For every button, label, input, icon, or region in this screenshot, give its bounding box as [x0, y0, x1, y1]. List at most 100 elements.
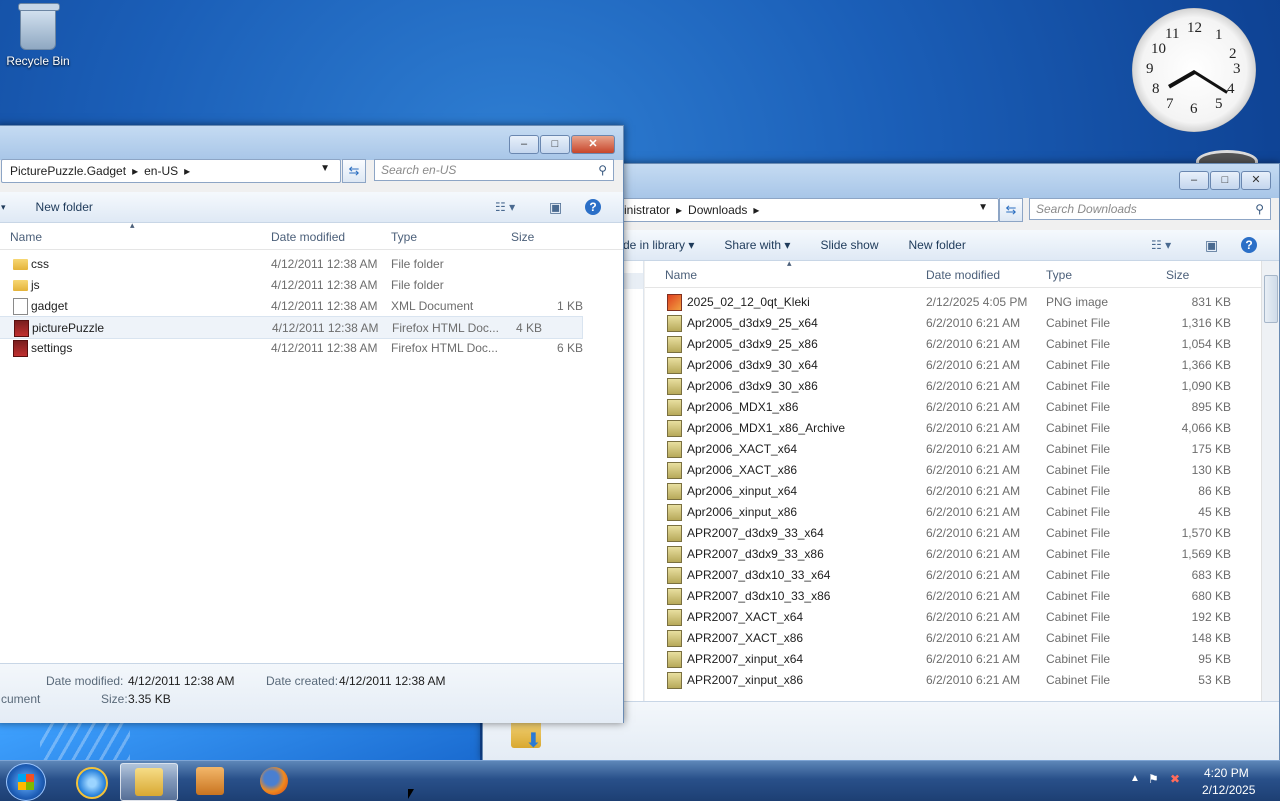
clock-date[interactable]: 2/12/2025: [1202, 783, 1255, 797]
clock-number: 6: [1190, 101, 1198, 117]
file-row[interactable]: APR2007_XACT_x64 6/2/2010 6:21 AM Cabinet …: [645, 606, 1279, 627]
cab-file-icon: [667, 441, 682, 458]
organize-dropdown-icon[interactable]: ▾: [1, 202, 6, 213]
column-header-type[interactable]: Type: [1046, 268, 1072, 282]
file-row[interactable]: APR2007_xinput_x86 6/2/2010 6:21 AM Cabine…: [645, 669, 1279, 690]
file-name: APR2007_xinput_x64: [687, 652, 804, 666]
file-row[interactable]: Apr2006_d3dx9_30_x64 6/2/2010 6:21 AM Cabi…: [645, 354, 1279, 375]
clock-number: 9: [1146, 61, 1154, 77]
clock-gadget[interactable]: 12 1 2 3 4 5 6 7 8 9 10 11: [1132, 8, 1256, 132]
file-row[interactable]: 2025_02_12_0qt_Kleki 2/12/2025 4:05 PM PNG…: [645, 291, 1279, 312]
file-row[interactable]: css 4/12/2011 12:38 AM File folder: [0, 253, 623, 274]
help-icon[interactable]: ?: [1241, 237, 1257, 253]
file-row[interactable]: Apr2006_xinput_x64 6/2/2010 6:21 AM Cabine…: [645, 480, 1279, 501]
file-row[interactable]: js 4/12/2011 12:38 AM File folder: [0, 274, 623, 295]
file-row[interactable]: Apr2006_XACT_x86 6/2/2010 6:21 AM Cabinet …: [645, 459, 1279, 480]
breadcrumb-separator-icon[interactable]: ▸: [676, 203, 682, 217]
breadcrumb-separator-icon[interactable]: ▸: [753, 203, 759, 217]
views-icon[interactable]: ☷ ▾: [1151, 238, 1171, 252]
en-us-address-bar[interactable]: PicturePuzzle.Gadget ▸ en-US ▸ ▼: [1, 159, 341, 183]
taskbar-internet-explorer[interactable]: [62, 763, 118, 799]
nav-pane-item[interactable]: [623, 273, 643, 289]
file-row[interactable]: APR2007_d3dx10_33_x86 6/2/2010 6:21 AM Cab…: [645, 585, 1279, 606]
show-hidden-icons-icon[interactable]: ▲: [1130, 773, 1140, 784]
file-row[interactable]: Apr2006_XACT_x64 6/2/2010 6:21 AM Cabinet …: [645, 438, 1279, 459]
file-row[interactable]: APR2007_d3dx10_33_x64 6/2/2010 6:21 AM Cab…: [645, 564, 1279, 585]
maximize-button[interactable]: □: [1210, 171, 1240, 190]
file-row[interactable]: Apr2006_MDX1_x86_Archive 6/2/2010 6:21 AM…: [645, 417, 1279, 438]
views-icon[interactable]: ☷ ▾: [495, 200, 515, 214]
en-us-toolbar: ▾ New folder ☷ ▾ ▣ ?: [0, 192, 623, 223]
preview-pane-icon[interactable]: ▣: [1205, 237, 1218, 254]
new-folder-button[interactable]: New folder: [908, 238, 965, 252]
file-row[interactable]: APR2007_XACT_x86 6/2/2010 6:21 AM Cabinet …: [645, 627, 1279, 648]
file-row[interactable]: APR2007_xinput_x64 6/2/2010 6:21 AM Cabine…: [645, 648, 1279, 669]
breadcrumb-picturepuzzle-gadget[interactable]: PicturePuzzle.Gadget: [10, 164, 126, 178]
file-row[interactable]: Apr2006_d3dx9_30_x86 6/2/2010 6:21 AM Cabi…: [645, 375, 1279, 396]
file-row[interactable]: gadget 4/12/2011 12:38 AM XML Document 1 KB: [0, 295, 623, 316]
en-us-titlebar[interactable]: – □ ✕: [0, 126, 623, 160]
recycle-bin-shortcut[interactable]: Recycle Bin: [4, 3, 72, 68]
refresh-icon[interactable]: ⇆: [342, 159, 366, 183]
refresh-icon[interactable]: ⇆: [999, 198, 1023, 222]
search-icon[interactable]: ⚲: [598, 163, 607, 177]
network-icon[interactable]: ✖: [1170, 772, 1180, 786]
column-header-date[interactable]: Date modified: [271, 230, 345, 244]
scrollbar-thumb[interactable]: [1264, 275, 1278, 323]
maximize-button[interactable]: □: [540, 135, 570, 154]
breadcrumb-en-us[interactable]: en-US: [144, 164, 178, 178]
action-center-icon[interactable]: ⚑: [1148, 772, 1159, 786]
column-header-size[interactable]: Size: [1166, 268, 1189, 282]
file-size: 95 KB: [1198, 652, 1231, 666]
breadcrumb-separator-icon[interactable]: ▸: [132, 164, 138, 178]
taskbar-firefox[interactable]: [246, 763, 302, 799]
minimize-button[interactable]: –: [509, 135, 539, 154]
file-row[interactable]: picturePuzzle 4/12/2011 12:38 AM Firefox H…: [0, 316, 583, 339]
detail-date-created-value: 4/12/2011 12:38 AM: [339, 674, 446, 688]
file-size: 683 KB: [1191, 568, 1231, 582]
share-with-button[interactable]: Share with ▾: [724, 238, 790, 252]
file-row[interactable]: Apr2005_d3dx9_25_x64 6/2/2010 6:21 AM Cabi…: [645, 312, 1279, 333]
minimize-button[interactable]: –: [1179, 171, 1209, 190]
vertical-scrollbar[interactable]: [1261, 261, 1279, 701]
breadcrumb-administrator[interactable]: inistrator: [624, 203, 670, 217]
downloads-address-bar[interactable]: inistrator ▸ Downloads ▸ ▼: [613, 198, 999, 222]
help-icon[interactable]: ?: [585, 199, 601, 215]
close-button[interactable]: ✕: [571, 135, 615, 154]
file-row[interactable]: settings 4/12/2011 12:38 AM Firefox HTML D…: [0, 337, 623, 358]
file-row[interactable]: APR2007_d3dx9_33_x64 6/2/2010 6:21 AM Cabi…: [645, 522, 1279, 543]
en-us-file-list[interactable]: Name ▴ Date modified Type Size css 4/12/2…: [0, 223, 623, 663]
slide-show-button[interactable]: Slide show: [820, 238, 878, 252]
breadcrumb-separator-icon[interactable]: ▸: [184, 164, 190, 178]
taskbar-windows-explorer[interactable]: [120, 763, 178, 801]
search-icon[interactable]: ⚲: [1255, 202, 1264, 216]
file-row[interactable]: APR2007_d3dx9_33_x86 6/2/2010 6:21 AM Cabi…: [645, 543, 1279, 564]
include-in-library-button[interactable]: de in library ▾: [623, 238, 694, 252]
address-dropdown-icon[interactable]: ▼: [320, 163, 330, 174]
column-header-size[interactable]: Size: [511, 230, 534, 244]
start-button[interactable]: [6, 763, 46, 801]
en-us-search-input[interactable]: Search en-US ⚲: [374, 159, 614, 181]
file-size: 1,569 KB: [1181, 547, 1231, 561]
column-header-name[interactable]: Name: [665, 268, 697, 282]
en-us-window[interactable]: – □ ✕ PicturePuzzle.Gadget ▸ en-US ▸ ▼ ⇆ S…: [0, 125, 624, 723]
downloads-file-list[interactable]: Name ▴ Date modified Type Size 2025_02_1…: [645, 261, 1279, 701]
windows-explorer-icon: [135, 768, 163, 796]
breadcrumb-downloads[interactable]: Downloads: [688, 203, 747, 217]
firefox-icon: [260, 767, 288, 795]
close-button[interactable]: ✕: [1241, 171, 1271, 190]
clock-time[interactable]: 4:20 PM: [1204, 766, 1249, 780]
new-folder-button[interactable]: New folder: [36, 200, 93, 214]
address-dropdown-icon[interactable]: ▼: [978, 202, 988, 213]
file-row[interactable]: Apr2006_xinput_x86 6/2/2010 6:21 AM Cabine…: [645, 501, 1279, 522]
column-header-name[interactable]: Name: [10, 230, 42, 244]
column-header-type[interactable]: Type: [391, 230, 417, 244]
file-name: APR2007_xinput_x86: [687, 673, 804, 687]
downloads-search-input[interactable]: Search Downloads ⚲: [1029, 198, 1271, 220]
preview-pane-icon[interactable]: ▣: [549, 199, 562, 216]
column-header-date[interactable]: Date modified: [926, 268, 1000, 282]
taskbar-media-player[interactable]: [182, 763, 238, 799]
file-row[interactable]: Apr2005_d3dx9_25_x86 6/2/2010 6:21 AM Cabi…: [645, 333, 1279, 354]
file-name: Apr2005_d3dx9_25_x64: [687, 316, 818, 330]
file-row[interactable]: Apr2006_MDX1_x86 6/2/2010 6:21 AM Cabinet …: [645, 396, 1279, 417]
